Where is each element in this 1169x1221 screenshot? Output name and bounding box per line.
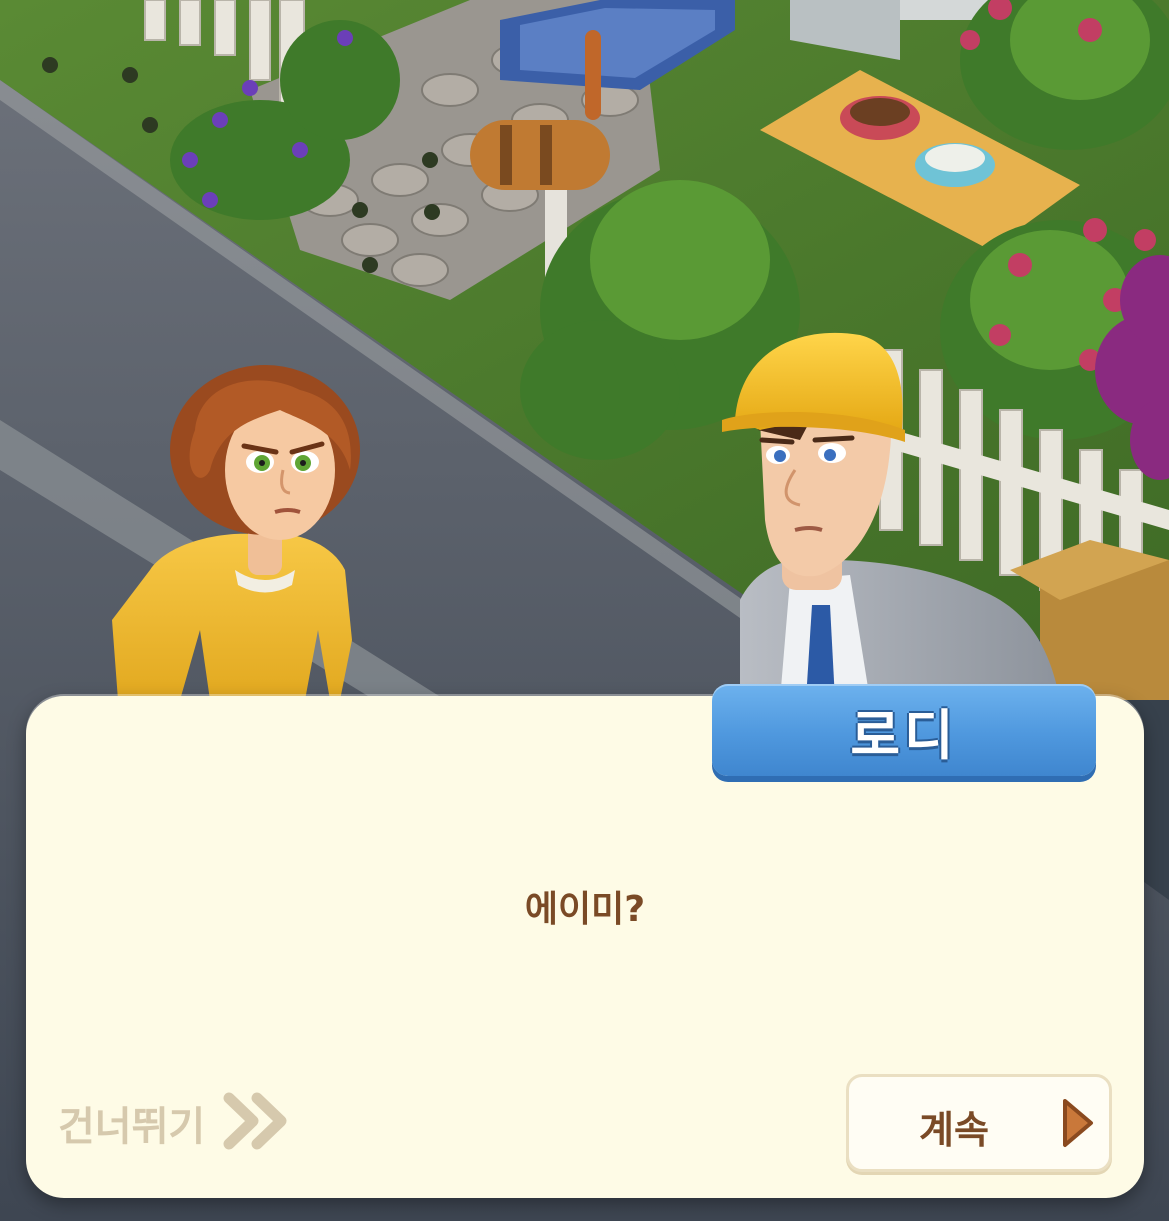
skip-button[interactable]: 건너뛰기 <box>58 1092 289 1154</box>
continue-button[interactable]: 계속 <box>846 1074 1112 1172</box>
double-chevron-right-icon <box>223 1092 289 1154</box>
skip-label: 건너뛰기 <box>58 1104 206 1150</box>
dialog-message: 에이미? <box>524 889 646 930</box>
speaker-name: 로디 <box>850 703 958 767</box>
speaker-name-tab: 로디 <box>712 684 1096 776</box>
continue-label: 계속 <box>919 1108 989 1152</box>
play-arrow-icon <box>1061 1097 1095 1153</box>
